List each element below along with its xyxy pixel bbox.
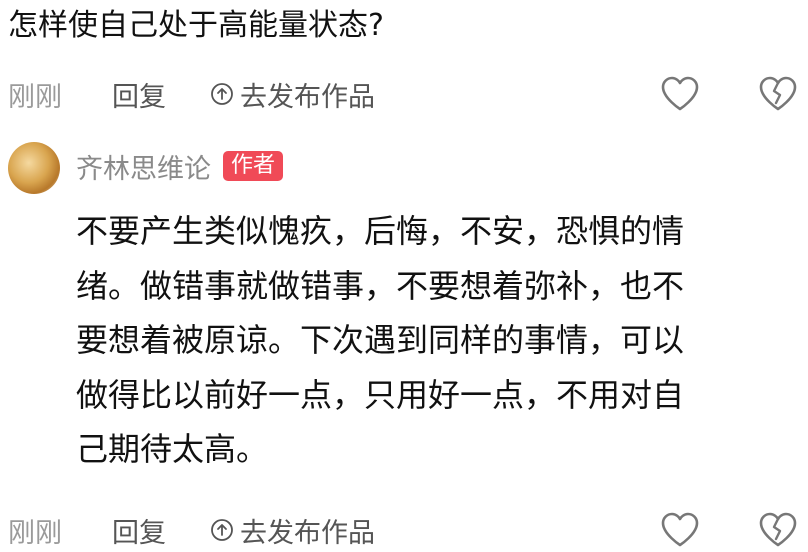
question-actions: 刚刚 回复 去发布作品 (8, 72, 808, 116)
author-badge: 作者 (223, 151, 284, 181)
like-button[interactable] (658, 508, 702, 552)
author-line: 齐林思维论 作者 (76, 146, 284, 186)
dislike-button[interactable] (756, 508, 800, 552)
comment-line: 要想着被原谅。下次遇到同样的事情，可以 (76, 321, 685, 359)
heart-icon (661, 512, 699, 547)
timestamp: 刚刚 (8, 81, 62, 113)
broken-heart-icon (759, 76, 797, 111)
reply-actions: 刚刚 回复 去发布作品 (8, 508, 808, 552)
comment-line: 做得比以前好一点，只用好一点，不用对自 (76, 375, 685, 414)
heart-icon (661, 76, 699, 111)
author-name[interactable]: 齐林思维论 (76, 147, 211, 186)
comment-line: 绪。做错事就做错事，不要想着弥补，也不 (76, 266, 685, 305)
comment-body: 不要产生类似愧疚，后悔，不安，恐惧的情 绪。做错事就做错事，不要想着弥补，也不 … (76, 204, 796, 477)
like-button[interactable] (658, 72, 702, 116)
publish-work-button[interactable]: 去发布作品 (210, 511, 375, 550)
comment-line: 己期待太高。 (76, 430, 269, 468)
publish-label: 去发布作品 (240, 81, 375, 113)
publish-work-button[interactable]: 去发布作品 (210, 75, 375, 114)
reply-button[interactable]: 回复 (112, 75, 166, 114)
reply-button[interactable]: 回复 (112, 511, 166, 550)
upload-circle-icon (211, 519, 233, 541)
upload-circle-icon (211, 83, 233, 105)
timestamp: 刚刚 (8, 517, 62, 549)
comment-line: 不要产生类似愧疚，后悔，不安，恐惧的情 (76, 212, 685, 250)
publish-label: 去发布作品 (240, 517, 375, 549)
broken-heart-icon (759, 512, 797, 547)
dislike-button[interactable] (756, 72, 800, 116)
author-avatar[interactable] (8, 142, 60, 194)
question-title: 怎样使自己处于高能量状态? (8, 8, 384, 43)
